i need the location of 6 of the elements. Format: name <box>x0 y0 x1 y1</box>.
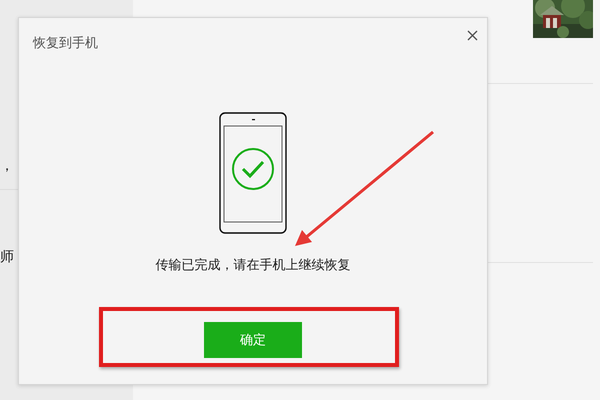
chat-preview-text: 师 <box>0 248 15 266</box>
confirm-button[interactable]: 确定 <box>204 322 302 358</box>
dialog-title: 恢复到手机 <box>33 35 98 52</box>
chat-preview-text: ， <box>0 157 15 175</box>
status-message: 传输已完成，请在手机上继续恢复 <box>156 257 350 274</box>
close-icon[interactable] <box>467 30 478 41</box>
